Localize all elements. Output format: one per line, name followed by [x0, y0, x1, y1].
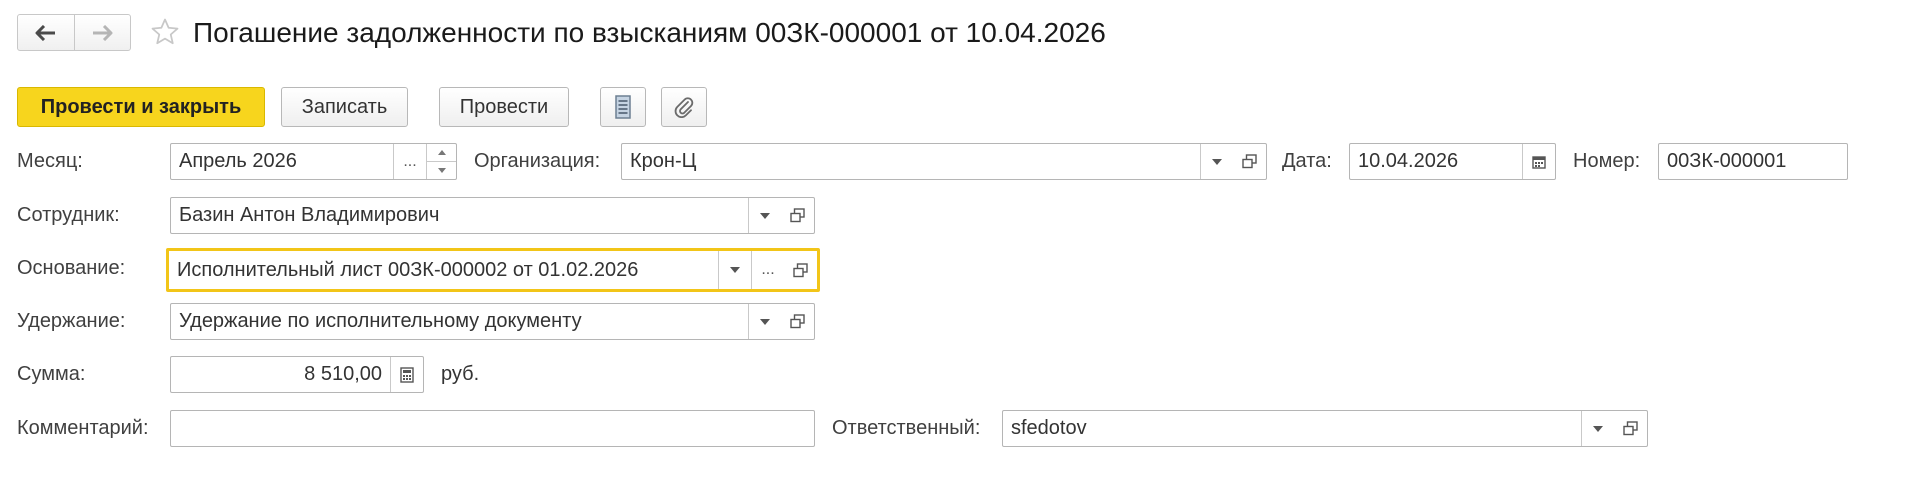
date-value[interactable]: 10.04.2026 — [1350, 144, 1522, 179]
favorite-star-icon[interactable] — [150, 17, 180, 52]
currency-label: руб. — [441, 363, 480, 385]
deduction-dropdown-button[interactable] — [748, 304, 781, 339]
employee-dropdown-button[interactable] — [748, 198, 781, 233]
amount-label: Сумма: — [17, 363, 86, 385]
open-window-icon — [790, 208, 805, 223]
responsible-dropdown-button[interactable] — [1581, 411, 1614, 446]
deduction-open-button[interactable] — [781, 304, 814, 339]
chevron-down-icon — [1593, 425, 1603, 432]
amount-value[interactable]: 8 510,00 — [171, 357, 390, 392]
chevron-down-icon — [760, 212, 770, 219]
employee-value[interactable]: Базин Антон Владимирович — [171, 198, 748, 233]
comment-value[interactable] — [171, 411, 814, 446]
number-field[interactable]: 00ЗК-000001 — [1658, 143, 1848, 180]
responsible-field[interactable]: sfedotov — [1002, 410, 1648, 447]
spinner-up-icon[interactable] — [427, 144, 456, 161]
number-label: Номер: — [1573, 150, 1641, 172]
comment-label: Комментарий: — [17, 417, 149, 439]
responsible-open-button[interactable] — [1614, 411, 1647, 446]
chevron-down-icon — [760, 318, 770, 325]
responsible-label: Ответственный: — [832, 417, 981, 439]
month-spinner[interactable] — [426, 144, 456, 179]
navigation-buttons — [17, 14, 131, 51]
date-label: Дата: — [1282, 150, 1332, 172]
deduction-field[interactable]: Удержание по исполнительному документу — [170, 303, 815, 340]
paperclip-icon — [674, 97, 694, 118]
calendar-icon — [1532, 155, 1546, 169]
arrow-right-icon — [93, 24, 113, 41]
deduction-value[interactable]: Удержание по исполнительному документу — [171, 304, 748, 339]
month-field[interactable]: Апрель 2026 ... — [170, 143, 457, 180]
basis-label: Основание: — [17, 257, 126, 279]
report-button[interactable] — [600, 87, 646, 127]
organization-open-button[interactable] — [1233, 144, 1266, 179]
employee-field[interactable]: Базин Антон Владимирович — [170, 197, 815, 234]
chevron-down-icon — [730, 267, 740, 273]
open-window-icon — [793, 262, 808, 277]
comment-field[interactable] — [170, 410, 815, 447]
attach-file-button[interactable] — [661, 87, 707, 127]
number-value[interactable]: 00ЗК-000001 — [1659, 144, 1847, 179]
employee-label: Сотрудник: — [17, 204, 120, 226]
page-title: Погашение задолженности по взысканиям 00… — [193, 17, 1106, 48]
calculator-icon — [400, 366, 414, 383]
basis-dropdown-button[interactable] — [718, 251, 751, 289]
organization-dropdown-button[interactable] — [1200, 144, 1233, 179]
back-button[interactable] — [18, 15, 74, 50]
calculator-button[interactable] — [390, 357, 423, 392]
month-label: Месяц: — [17, 150, 83, 172]
basis-select-button[interactable]: ... — [751, 251, 784, 289]
post-button[interactable]: Провести — [439, 87, 569, 127]
organization-value[interactable]: Крон-Ц — [622, 144, 1200, 179]
basis-value[interactable]: Исполнительный лист 00ЗК-000002 от 01.02… — [169, 251, 718, 289]
post-and-close-button[interactable]: Провести и закрыть — [17, 87, 265, 127]
open-window-icon — [1623, 421, 1638, 436]
save-button[interactable]: Записать — [281, 87, 408, 127]
month-value[interactable]: Апрель 2026 — [171, 144, 393, 179]
organization-field[interactable]: Крон-Ц — [621, 143, 1267, 180]
open-window-icon — [790, 314, 805, 329]
month-select-button[interactable]: ... — [393, 144, 426, 179]
basis-open-button[interactable] — [784, 251, 817, 289]
open-window-icon — [1242, 154, 1257, 169]
organization-label: Организация: — [474, 150, 601, 172]
basis-field[interactable]: Исполнительный лист 00ЗК-000002 от 01.02… — [166, 248, 820, 292]
document-list-icon — [615, 95, 631, 119]
arrow-left-icon — [35, 24, 55, 41]
amount-field[interactable]: 8 510,00 — [170, 356, 424, 393]
spinner-down-icon[interactable] — [427, 161, 456, 179]
deduction-label: Удержание: — [17, 310, 126, 332]
date-field[interactable]: 10.04.2026 — [1349, 143, 1556, 180]
calendar-button[interactable] — [1522, 144, 1555, 179]
forward-button[interactable] — [73, 15, 130, 50]
chevron-down-icon — [1212, 158, 1222, 165]
responsible-value[interactable]: sfedotov — [1003, 411, 1581, 446]
employee-open-button[interactable] — [781, 198, 814, 233]
